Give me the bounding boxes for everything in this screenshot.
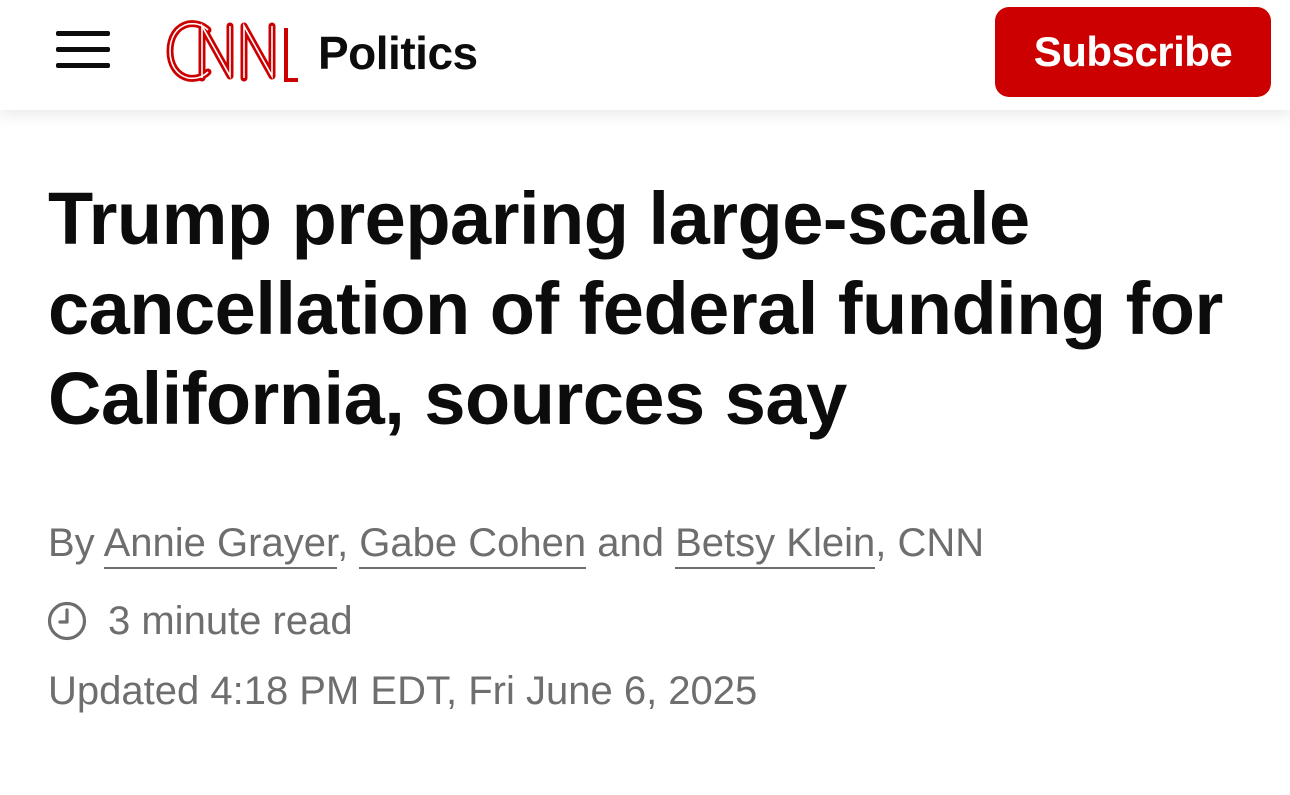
read-time-label: 3 minute read xyxy=(108,598,353,643)
author-link-gabe-cohen[interactable]: Gabe Cohen xyxy=(359,521,587,569)
cnn-logo[interactable] xyxy=(166,18,306,84)
menu-bar xyxy=(56,31,110,36)
byline-and: and xyxy=(586,521,676,565)
byline-suffix: , CNN xyxy=(875,521,985,565)
author-link-betsy-klein[interactable]: Betsy Klein xyxy=(675,521,876,569)
hamburger-menu-icon[interactable] xyxy=(50,22,116,76)
byline-prefix: By xyxy=(48,521,104,565)
byline: By Annie Grayer, Gabe Cohen and Betsy Kl… xyxy=(48,517,984,569)
clock-icon xyxy=(47,601,87,641)
section-label[interactable]: Politics xyxy=(318,26,478,80)
byline-separator: , xyxy=(337,521,360,565)
menu-bar xyxy=(56,63,110,68)
author-link-annie-grayer[interactable]: Annie Grayer xyxy=(103,521,338,569)
read-time: 3 minute read xyxy=(46,595,353,647)
subscribe-button[interactable]: Subscribe xyxy=(995,7,1271,97)
site-header: Politics Subscribe xyxy=(0,0,1290,110)
menu-bar xyxy=(56,47,110,52)
article-headline: Trump preparing large-scale cancellation… xyxy=(48,177,1223,440)
updated-timestamp: Updated 4:18 PM EDT, Fri June 6, 2025 xyxy=(48,669,758,713)
